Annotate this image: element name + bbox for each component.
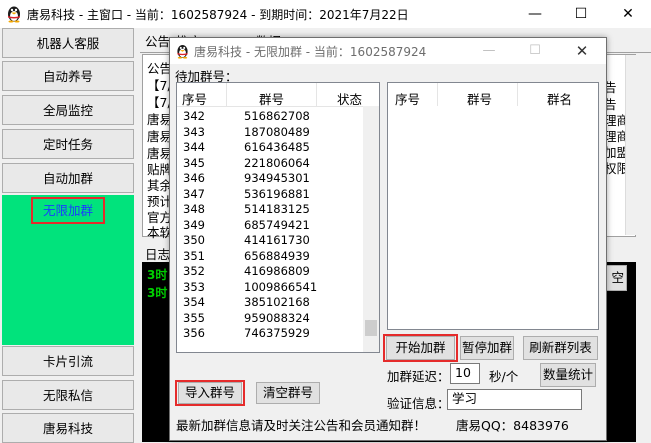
column-divider (517, 83, 518, 106)
row-group-number: 514183125 (244, 202, 310, 216)
sidebar-item-global-monitor[interactable]: 全局监控 (2, 95, 134, 125)
join-delay-input[interactable]: 10 (450, 363, 480, 384)
row-group-number: 416986809 (244, 264, 310, 278)
penguin-app-icon (8, 6, 20, 23)
row-group-number: 187080489 (244, 124, 310, 139)
count-stats-button[interactable]: 数量统计 (540, 363, 596, 387)
row-index: 349 (183, 217, 205, 232)
row-index: 348 (183, 202, 205, 216)
join-delay-label: 加群延迟： (387, 369, 450, 384)
sidebar-item-robot-service[interactable]: 机器人客服 (2, 28, 134, 58)
start-join-button[interactable]: 开始加群 (386, 336, 455, 360)
row-group-number: 959088324 (244, 310, 310, 325)
row-group-number: 385102168 (244, 295, 310, 309)
row-group-number: 1009866541 (244, 279, 318, 294)
notice-scrollbar[interactable] (625, 55, 636, 235)
column-header-group[interactable]: 群号 (259, 89, 284, 108)
sidebar-item-card-traffic[interactable]: 卡片引流 (2, 346, 134, 376)
row-index: 354 (183, 295, 205, 309)
sidebar-item-auto-nurture[interactable]: 自动养号 (2, 61, 134, 91)
row-group-number: 414161730 (244, 233, 310, 247)
log-line: 3时 (147, 286, 168, 300)
column-header-group-name[interactable]: 群名 (547, 89, 572, 108)
sidebar-item-tangyi[interactable]: 唐易科技 (2, 413, 134, 443)
row-index: 355 (183, 310, 205, 325)
column-divider (226, 83, 227, 106)
row-index: 356 (183, 326, 205, 340)
row-index: 347 (183, 186, 205, 201)
row-index: 343 (183, 124, 205, 139)
main-close-button[interactable]: ✕ (605, 0, 651, 28)
sidebar-item-unlimited-join[interactable]: 无限加群 (31, 197, 105, 224)
row-index: 352 (183, 264, 205, 278)
import-groups-button[interactable]: 导入群号 (178, 382, 242, 404)
row-group-number: 221806064 (244, 155, 310, 170)
verify-message-label: 验证信息： (387, 396, 450, 411)
pause-join-button[interactable]: 暂停加群 (460, 336, 514, 360)
column-header-group[interactable]: 群号 (467, 89, 492, 108)
joined-groups-list[interactable] (387, 82, 599, 330)
main-minimize-button[interactable]: — (512, 0, 558, 28)
row-group-number: 685749421 (244, 217, 310, 232)
contact-qq: 唐易QQ：8483976 (456, 418, 569, 433)
tab-notice[interactable]: 公告 (145, 31, 170, 50)
row-group-number: 656884939 (244, 248, 310, 263)
dialog-title: 唐易科技 - 无限加群 - 当前：1602587924 (194, 45, 427, 59)
row-index: 342 (183, 109, 205, 123)
row-group-number: 516862708 (244, 109, 310, 123)
column-divider (437, 83, 438, 106)
dialog-maximize-button[interactable]: ☐ (518, 38, 552, 64)
row-index: 346 (183, 171, 205, 185)
column-header-status[interactable]: 状态 (337, 89, 362, 108)
row-index: 345 (183, 155, 205, 170)
main-window-title: 唐易科技 - 主窗口 - 当前：1602587924 - 到期时间：2021年7… (27, 8, 409, 22)
column-divider (316, 83, 317, 106)
column-header-index[interactable]: 序号 (395, 89, 420, 108)
row-group-number: 746375929 (244, 326, 310, 340)
verify-message-input[interactable]: 学习 (447, 389, 582, 410)
row-group-number: 934945301 (244, 171, 310, 185)
penguin-app-icon (177, 44, 188, 59)
sidebar-item-auto-join[interactable]: 自动加群 (2, 163, 134, 193)
status-notice: 最新加群信息请及时关注公告和会员通知群！ (176, 418, 427, 433)
sidebar-item-unlimited-dm[interactable]: 无限私信 (2, 380, 134, 410)
row-group-number: 616436485 (244, 140, 310, 154)
row-index: 350 (183, 233, 205, 247)
dialog-close-button[interactable]: ✕ (565, 38, 599, 64)
pending-list-scrollbar[interactable] (363, 106, 379, 352)
column-header-index[interactable]: 序号 (182, 89, 207, 108)
scrollbar-thumb[interactable] (365, 320, 377, 336)
row-index: 353 (183, 279, 205, 294)
row-group-number: 536196881 (244, 186, 310, 201)
sidebar-item-scheduled-task[interactable]: 定时任务 (2, 129, 134, 159)
dialog-minimize-button[interactable]: — (472, 38, 506, 64)
row-index: 351 (183, 248, 205, 263)
clear-groups-button[interactable]: 清空群号 (256, 382, 320, 404)
refresh-group-list-button[interactable]: 刷新群列表 (523, 336, 598, 360)
main-maximize-button[interactable]: ☐ (558, 0, 604, 28)
log-label: 日志 (145, 247, 171, 262)
join-delay-unit: 秒/个 (489, 369, 519, 384)
row-index: 344 (183, 140, 205, 154)
log-line: 3时 (147, 268, 168, 282)
